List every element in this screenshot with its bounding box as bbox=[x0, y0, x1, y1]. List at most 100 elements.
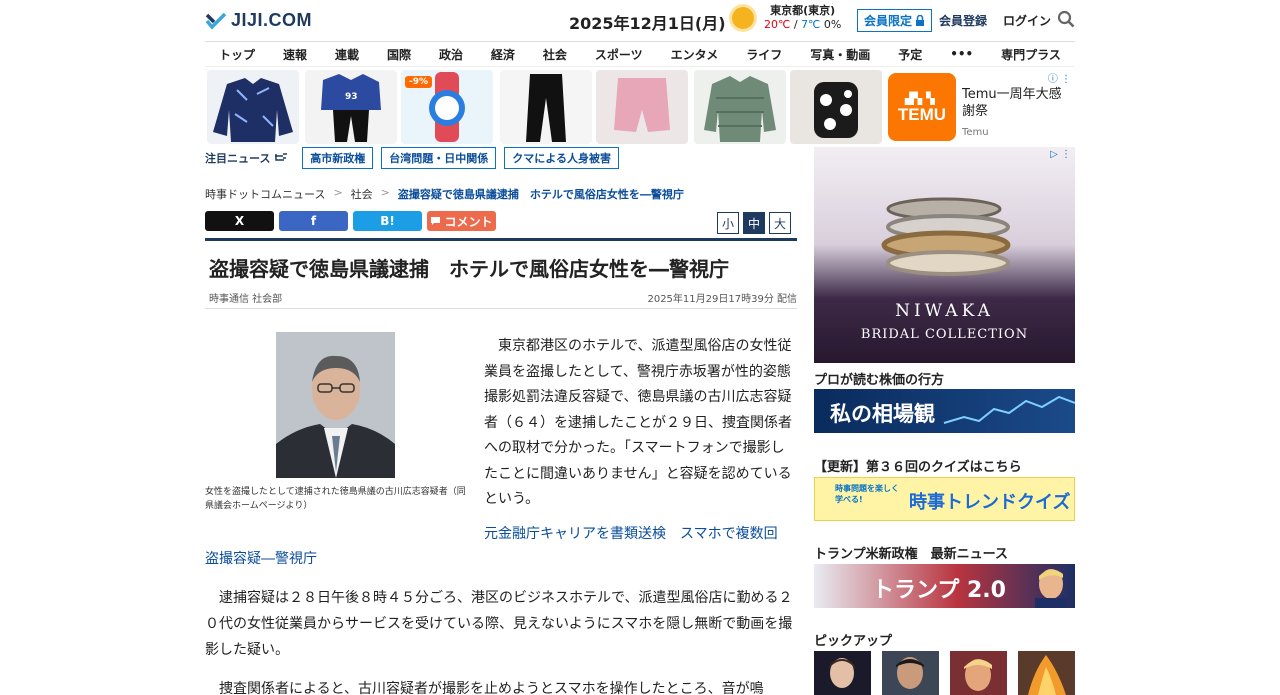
register-link[interactable]: 会員登録 bbox=[939, 12, 987, 29]
stock-outlook-banner[interactable]: 私の相場観 bbox=[814, 389, 1075, 433]
discount-badge: -9% bbox=[405, 76, 433, 88]
x-icon: X bbox=[234, 214, 245, 228]
nav-item-schedule[interactable]: 予定 bbox=[898, 46, 922, 63]
font-size-switcher: 小 中 大 bbox=[717, 212, 791, 234]
trump-banner[interactable]: トランプ 2.0 bbox=[814, 564, 1075, 608]
sun-icon bbox=[732, 7, 754, 29]
weather-widget[interactable]: 東京都(東京) 20℃ / 7℃ 0% bbox=[732, 4, 841, 32]
ad-product-watch[interactable]: -9% bbox=[401, 70, 493, 144]
ad-product-shorts[interactable] bbox=[596, 70, 688, 144]
pickup-thumb-3[interactable] bbox=[950, 651, 1007, 695]
article-photo[interactable] bbox=[276, 332, 395, 478]
temp-separator: / bbox=[790, 18, 802, 31]
ad-product-pouch[interactable] bbox=[790, 70, 882, 144]
down-jacket-image bbox=[704, 76, 776, 142]
nav-item-more[interactable]: ••• bbox=[950, 47, 973, 61]
quiz-banner[interactable]: 時事問題を楽しく学べる! 時事トレンドクイズ bbox=[814, 477, 1075, 521]
top-ad-banner[interactable]: 93 -9% ▟▚▝▖ TEMU Temu一周年大感謝祭 Temu ⓘ ⋮ bbox=[205, 68, 1075, 146]
article-paragraph-1: 東京都港区のホテルで、派遣型風俗店の女性従業員を盗撮したとして、警視庁赤坂署が性… bbox=[484, 338, 792, 507]
breadcrumb: 時事ドットコムニュース > 社会 > 盗撮容疑で徳島県議逮捕 ホテルで風俗店女性… bbox=[205, 186, 684, 202]
nav-item-economy[interactable]: 経済 bbox=[491, 46, 515, 63]
thumb-image bbox=[896, 657, 924, 689]
trump-banner-title: トランプ 2.0 bbox=[872, 578, 1006, 603]
thumb-image bbox=[964, 659, 992, 691]
nav-item-photo-video[interactable]: 写真・動画 bbox=[810, 46, 870, 63]
hot-tag-takaichi[interactable]: 高市新政権 bbox=[302, 147, 374, 169]
ad-choices-icon[interactable]: ⓘ ⋮ bbox=[1048, 70, 1071, 85]
current-date: 2025年12月1日(月) bbox=[569, 14, 726, 33]
temu-logo[interactable]: ▟▚▝▖ TEMU bbox=[888, 73, 956, 141]
font-size-small[interactable]: 小 bbox=[717, 212, 739, 234]
meta-divider bbox=[205, 308, 797, 309]
pickup-thumb-4[interactable] bbox=[1018, 651, 1075, 695]
hot-tag-bear[interactable]: クマによる人身被害 bbox=[504, 147, 619, 169]
pouch-image bbox=[814, 82, 858, 138]
pants-image bbox=[526, 74, 566, 142]
ad-choices-icon[interactable]: ▷ ⋮ bbox=[1050, 149, 1071, 160]
related-article-link-cont[interactable]: 盗撮容疑―警視庁 bbox=[205, 548, 317, 568]
sidebar-heading-trump[interactable]: トランプ米新政権 最新ニュース bbox=[814, 543, 1008, 562]
jacket-image bbox=[213, 78, 293, 142]
precip-chance: 0% bbox=[823, 18, 842, 31]
weather-city: 東京都(東京) bbox=[770, 4, 836, 17]
breadcrumb-section[interactable]: 社会 bbox=[351, 186, 373, 202]
login-link[interactable]: ログイン bbox=[1003, 12, 1051, 29]
member-only-label: 会員限定 bbox=[864, 14, 913, 28]
related-article-link[interactable]: 元金融庁キャリアを書類送検 スマホで複数回 bbox=[484, 523, 778, 543]
member-only-button[interactable]: 会員限定 bbox=[857, 9, 933, 32]
comment-icon bbox=[431, 217, 441, 225]
stock-banner-title: 私の相場観 bbox=[830, 401, 935, 426]
breadcrumb-sep: > bbox=[333, 186, 343, 199]
comment-button[interactable]: コメント bbox=[427, 211, 496, 231]
ad-product-down-jacket[interactable] bbox=[694, 70, 786, 144]
facebook-icon: f bbox=[310, 214, 317, 228]
ad-subtitle: BRIDAL COLLECTION bbox=[860, 327, 1029, 342]
nav-item-international[interactable]: 国際 bbox=[387, 46, 411, 63]
title-rule bbox=[205, 238, 797, 241]
nav-item-top[interactable]: トップ bbox=[219, 46, 255, 63]
nav-item-pro[interactable]: 専門プラス bbox=[1001, 46, 1061, 63]
hoodie-image bbox=[321, 74, 381, 142]
pickup-thumb-2[interactable] bbox=[882, 651, 939, 695]
share-buttons: X f B! コメント bbox=[205, 211, 496, 231]
nav-item-life[interactable]: ライフ bbox=[746, 46, 782, 63]
logo-text: JIJI.COM bbox=[231, 10, 313, 30]
pickup-thumb-1[interactable] bbox=[814, 651, 871, 695]
thumb-image bbox=[1028, 655, 1066, 695]
pickup-thumbnails bbox=[814, 651, 1075, 695]
nav-item-series[interactable]: 連載 bbox=[335, 46, 359, 63]
article-title: 盗撮容疑で徳島県議逮捕 ホテルで風俗店女性を―警視庁 bbox=[209, 257, 729, 281]
hot-tag-taiwan[interactable]: 台湾問題・日中関係 bbox=[381, 147, 497, 169]
sidebar-heading-pickup: ピックアップ bbox=[814, 634, 893, 649]
quiz-banner-sub: 時事問題を楽しく学べる! bbox=[835, 484, 899, 504]
shorts-image bbox=[614, 78, 670, 132]
comment-label: コメント bbox=[444, 214, 493, 229]
share-x-button[interactable]: X bbox=[205, 211, 274, 231]
trump-portrait bbox=[1035, 569, 1067, 608]
sidebar-heading-quiz[interactable]: 【更新】第３６回のクイズはこちら bbox=[814, 456, 1022, 475]
nav-item-politics[interactable]: 政治 bbox=[439, 46, 463, 63]
breadcrumb-home[interactable]: 時事ドットコムニュース bbox=[205, 186, 325, 202]
site-logo[interactable]: JIJI.COM bbox=[205, 10, 312, 31]
nav-item-breaking[interactable]: 速報 bbox=[283, 46, 307, 63]
ad-brand-name: NIWAKA bbox=[895, 301, 994, 321]
search-icon[interactable] bbox=[1057, 10, 1075, 28]
temp-low: 7℃ bbox=[801, 18, 821, 31]
share-hatena-button[interactable]: B! bbox=[353, 211, 422, 231]
font-size-large[interactable]: 大 bbox=[769, 212, 791, 234]
article-source: 時事通信 社会部 bbox=[209, 294, 283, 305]
ad-product-jacket[interactable] bbox=[207, 70, 299, 144]
nav-item-sports[interactable]: スポーツ bbox=[595, 46, 643, 63]
article-paragraph-3: 捜査関係者によると、古川容疑者が撮影を止めようとスマホを操作したところ、音が鳴 bbox=[219, 681, 764, 695]
ad-product-hoodie[interactable]: 93 bbox=[305, 70, 397, 144]
temu-logo-text: TEMU bbox=[897, 105, 947, 124]
sidebar-heading-stocks[interactable]: プロが読む株価の行方 bbox=[814, 369, 944, 388]
font-size-medium[interactable]: 中 bbox=[743, 212, 765, 234]
ad-text[interactable]: Temu一周年大感謝祭 bbox=[962, 86, 1072, 120]
share-facebook-button[interactable]: f bbox=[279, 211, 348, 231]
breadcrumb-current: 盗撮容疑で徳島県議逮捕 ホテルで風俗店女性を―警視庁 bbox=[397, 188, 684, 201]
nav-item-entertainment[interactable]: エンタメ bbox=[671, 46, 719, 63]
nav-item-society[interactable]: 社会 bbox=[543, 46, 567, 63]
sidebar-ad-niwaka[interactable]: NIWAKA BRIDAL COLLECTION ▷ ⋮ bbox=[814, 147, 1075, 363]
ad-product-pants[interactable] bbox=[500, 70, 592, 144]
